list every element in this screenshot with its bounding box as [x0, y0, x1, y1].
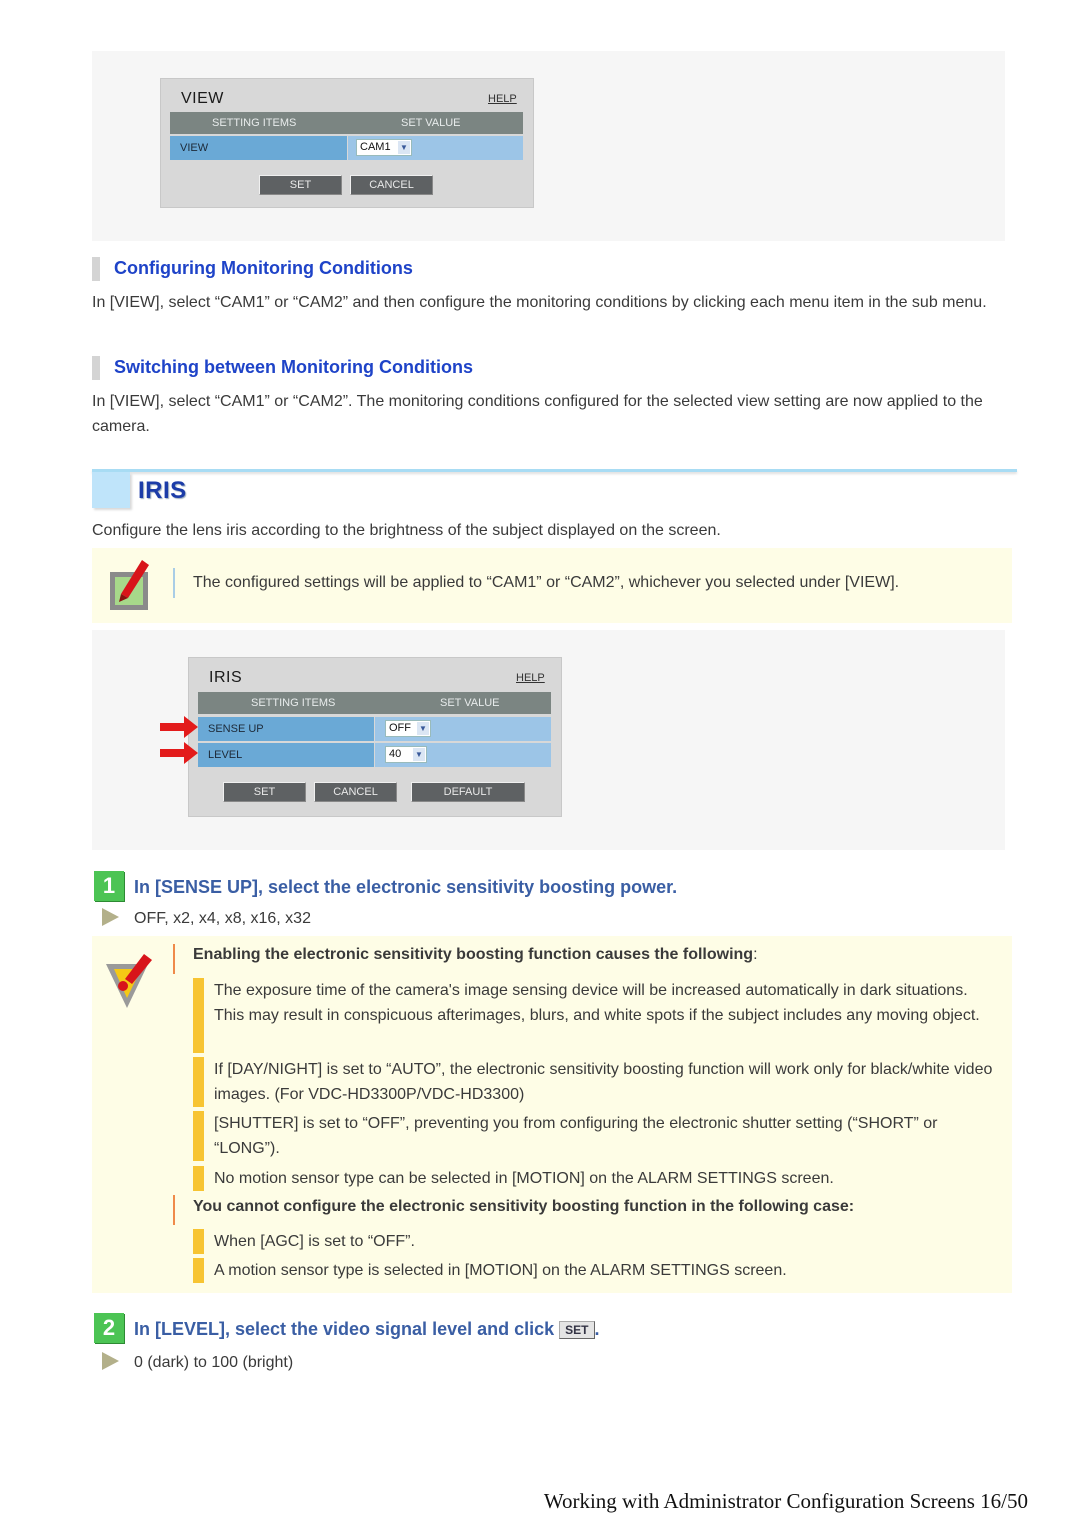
list-bullet-bar [193, 1258, 204, 1283]
iris-set-button[interactable]: SET [223, 782, 306, 802]
step-1-number: 1 [94, 871, 124, 901]
configuring-text: In [VIEW], select “CAM1” or “CAM2” and t… [92, 294, 987, 311]
list-bullet-bar [193, 1111, 204, 1161]
switching-text: In [VIEW], select “CAM1” or “CAM2”. The … [92, 393, 983, 435]
col-setting-items: SETTING ITEMS [212, 117, 297, 129]
sense-up-value-cell: OFF ▼ [375, 717, 551, 741]
heading-bar [92, 257, 100, 281]
triangle-bullet-icon [102, 908, 119, 926]
caution-item: When [AGC] is set to “OFF”. [214, 1233, 415, 1250]
step-1-instruction: In [SENSE UP], select the electronic sen… [134, 877, 678, 897]
triangle-bullet-icon [102, 1352, 119, 1370]
col-set-value: SET VALUE [440, 697, 500, 709]
list-bullet-bar [193, 1057, 204, 1107]
view-select-value: CAM1 [360, 141, 391, 153]
caution-item: [SHUTTER] is set to “OFF”, preventing yo… [214, 1115, 938, 1157]
memo-box: The configured settings will be applied … [92, 548, 1012, 623]
view-row-label: VIEW [170, 136, 347, 160]
iris-screenshot: IRIS HELP SETTING ITEMS SET VALUE SENSE … [92, 630, 1005, 850]
caution-heading-1-suffix: : [753, 946, 758, 963]
sense-up-row: SENSE UP OFF ▼ [198, 717, 551, 741]
red-arrow-icon [160, 716, 200, 738]
memo-text: The configured settings will be applied … [193, 574, 900, 591]
caution-divider [173, 1195, 175, 1225]
col-setting-items: SETTING ITEMS [251, 697, 336, 709]
list-bullet-bar [193, 1166, 204, 1191]
level-label: LEVEL [198, 743, 374, 767]
step-2-options: 0 (dark) to 100 (bright) [134, 1354, 294, 1371]
red-arrow-icon [160, 742, 200, 764]
step-2-instruction: In [LEVEL], select the video signal leve… [134, 1319, 600, 1340]
level-value-cell: 40 ▼ [375, 743, 551, 767]
memo-pencil-icon [108, 558, 152, 612]
sense-up-select-value: OFF [389, 722, 411, 734]
caution-exclamation-icon [104, 952, 158, 1010]
caution-item: A motion sensor type is selected in [MOT… [214, 1262, 787, 1279]
col-set-value: SET VALUE [401, 117, 461, 129]
caution-heading-1: Enabling the electronic sensitivity boos… [193, 946, 758, 964]
view-panel-title: VIEW [181, 90, 224, 107]
iris-section-header: IRIS [92, 469, 1017, 511]
level-select-value: 40 [389, 748, 402, 760]
view-screenshot: VIEW HELP SETTING ITEMS SET VALUE VIEW C… [92, 51, 1005, 241]
caution-divider [173, 944, 175, 974]
view-help-link[interactable]: HELP [488, 93, 517, 105]
heading-configuring-monitoring-conditions: Configuring Monitoring Conditions [114, 258, 413, 278]
caution-heading-1-text: Enabling the electronic sensitivity boos… [193, 946, 754, 963]
caution-item: The exposure time of the camera's image … [214, 982, 980, 1024]
level-select[interactable]: 40 ▼ [385, 746, 427, 763]
heading-bar [92, 356, 100, 380]
list-bullet-bar [193, 1229, 204, 1254]
view-row-value-cell: CAM1 ▼ [348, 136, 523, 160]
view-cancel-button[interactable]: CANCEL [350, 175, 433, 195]
step-2-text: In [LEVEL], select the video signal leve… [134, 1319, 555, 1339]
iris-help-link[interactable]: HELP [516, 672, 545, 684]
caution-heading-2: You cannot configure the electronic sens… [193, 1198, 855, 1215]
caution-box: Enabling the electronic sensitivity boos… [92, 936, 1012, 1293]
iris-section-title: IRIS [138, 477, 187, 504]
iris-cancel-button[interactable]: CANCEL [314, 782, 397, 802]
sense-up-select[interactable]: OFF ▼ [385, 720, 431, 737]
iris-intro-text: Configure the lens iris according to the… [92, 522, 721, 539]
level-row: LEVEL 40 ▼ [198, 743, 551, 767]
iris-table-header: SETTING ITEMS SET VALUE [198, 692, 551, 714]
caution-item: No motion sensor type can be selected in… [214, 1170, 834, 1187]
step-2-number: 2 [94, 1313, 124, 1343]
view-select[interactable]: CAM1 ▼ [356, 139, 412, 156]
memo-divider [173, 568, 175, 598]
iris-header-rule [92, 469, 1017, 472]
chevron-down-icon: ▼ [398, 141, 410, 154]
list-bullet-bar [193, 978, 204, 1053]
view-row: VIEW CAM1 ▼ [170, 136, 523, 160]
iris-settings-panel: IRIS HELP SETTING ITEMS SET VALUE SENSE … [188, 657, 562, 817]
iris-header-block [92, 472, 130, 508]
heading-switching-monitoring-conditions: Switching between Monitoring Conditions [114, 357, 473, 377]
caution-item: If [DAY/NIGHT] is set to “AUTO”, the ele… [214, 1061, 993, 1103]
step-2-text-end: . [594, 1319, 600, 1339]
view-set-button[interactable]: SET [259, 175, 342, 195]
iris-default-button[interactable]: DEFAULT [411, 782, 525, 802]
view-settings-panel: VIEW HELP SETTING ITEMS SET VALUE VIEW C… [160, 78, 534, 208]
chevron-down-icon: ▼ [417, 722, 429, 735]
iris-panel-title: IRIS [209, 669, 243, 686]
step-1-options: OFF, x2, x4, x8, x16, x32 [134, 910, 311, 927]
chevron-down-icon: ▼ [413, 748, 425, 761]
sense-up-label: SENSE UP [198, 717, 374, 741]
inline-set-button: SET [559, 1321, 595, 1339]
page-footer: Working with Administrator Configuration… [543, 1489, 1028, 1513]
view-table-header: SETTING ITEMS SET VALUE [170, 112, 523, 134]
